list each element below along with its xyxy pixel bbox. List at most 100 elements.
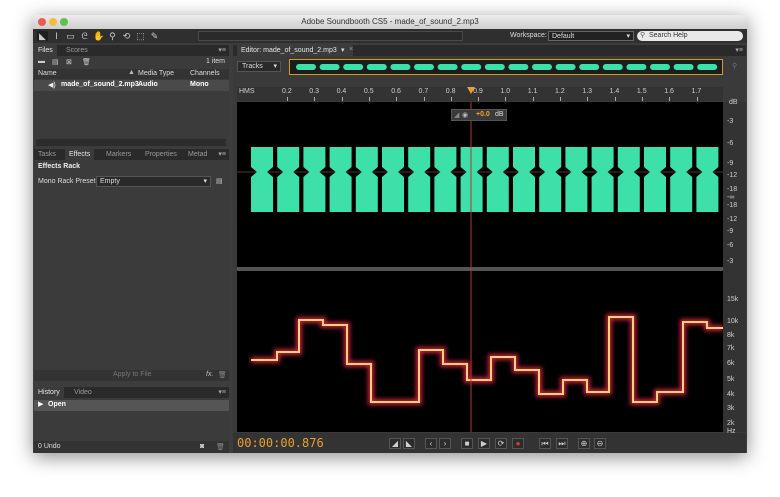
trash-icon[interactable]: 🗑 [218,371,227,379]
zoom-window-button[interactable] [60,18,68,26]
chevron-down-icon[interactable]: ▾ [341,46,345,54]
go-to-end-icon[interactable]: ⏭ [556,438,568,449]
next-frame-icon[interactable]: › [439,438,451,449]
chevron-down-icon: ▾ [273,63,277,70]
import-icon[interactable]: ▤ [52,58,59,66]
tab-tasks[interactable]: Tasks [34,149,60,160]
tab-history[interactable]: History [34,387,64,398]
overview-navigator[interactable] [289,59,723,75]
ruler-tick [587,97,589,101]
app-logo-icon[interactable]: ◣ [37,31,48,41]
hand-tool-icon[interactable]: ✋ [93,31,104,41]
preset-value: Empty [100,178,120,185]
history-item-label: Open [48,401,66,408]
workspace-select[interactable]: Default ▾ [548,31,634,41]
overview-burst [602,64,623,70]
editor-tabbar: Editor: made_of_sound_2.mp3 ▾ × ▾≡ [233,45,746,56]
fx-icon[interactable]: fx. [206,371,213,378]
trash-icon[interactable]: 🗑 [82,58,91,66]
time-ruler[interactable]: HMS 0.2 0.3 0.4 0.5 0.6 0.7 0.8 0.9 1.0 1.1 1.2 1.3… [237,87,723,101]
waveform-burst [303,147,326,212]
tab-effects[interactable]: Effects [65,149,95,160]
record-icon[interactable]: ● [512,438,524,449]
ruler-tick-label: 1.6 [664,88,674,95]
file-row[interactable]: ◀) made_of_sound_2.mp3 Audio Mono [34,80,229,91]
ruler-tick-label: 1.1 [527,88,538,95]
db-scale-label: -3 [727,258,734,265]
tab-files[interactable]: Files [34,45,57,56]
tracks-label: Tracks [242,63,263,70]
panel-menu-icon[interactable]: ▾≡ [735,45,743,56]
db-scale-label: -6 [727,140,734,147]
volume-icon: ◢ [454,112,460,119]
close-file-icon[interactable]: ⊠ [66,58,72,66]
tracks-dropdown[interactable]: Tracks ▾ [237,61,281,72]
tab-properties[interactable]: Properties [141,149,181,160]
panel-menu-icon[interactable]: ▾≡ [218,387,226,398]
zoom-icon[interactable]: ⚲ [732,62,737,70]
waveform-burst [329,147,352,212]
waveform-burst [513,147,535,212]
close-icon[interactable]: × [349,46,353,53]
fade-in-icon[interactable]: ◢ [389,438,401,449]
save-preset-icon[interactable]: ▤ [216,177,223,185]
column-channels[interactable]: Channels [190,70,220,77]
search-field[interactable]: ⚲ Search Help [637,31,743,41]
hz-scale-label: 15k [727,296,739,303]
lasso-tool-icon[interactable]: ᘓ [79,31,90,41]
loop-icon[interactable]: ⟳ [495,438,507,449]
selection-tool-icon[interactable]: ⬚ [135,31,146,41]
ruler-tick-label: 0.2 [282,88,292,95]
tab-editor[interactable]: Editor: made_of_sound_2.mp3 [237,45,353,56]
ruler-tick [641,97,643,101]
speaker-icon: ◀) [48,82,56,89]
camera-icon[interactable]: ◙ [200,443,204,450]
trash-icon[interactable]: 🗑 [216,443,225,451]
tab-scores[interactable]: Scores [62,45,92,56]
close-window-button[interactable] [38,18,46,26]
previous-frame-icon[interactable]: ‹ [425,438,437,449]
ruler-tick-label: 1.7 [691,88,702,95]
gain-hud[interactable]: ◢ ◉ +0.0 dB [451,109,507,121]
zoom-out-icon[interactable]: ⊖ [594,438,606,449]
brush-tool-icon[interactable]: ✎ [149,31,160,41]
rectangle-marquee-tool-icon[interactable]: ▭ [65,31,76,41]
item-count: 1 item [205,58,225,65]
tab-metadata[interactable]: Metad [184,149,211,160]
zoom-in-icon[interactable]: ⊕ [578,438,590,449]
folder-icon[interactable]: ▬ [38,58,45,65]
playhead-handle[interactable] [467,87,475,94]
ruler-tick [314,97,316,101]
ruler-tick [696,97,698,101]
preset-select[interactable]: Empty ▾ [96,176,211,187]
play-icon[interactable]: ▶ [478,438,490,449]
stop-icon[interactable]: ■ [461,438,473,449]
waveform-display[interactable]: ◢ ◉ +0.0 dB [237,102,723,432]
overview-burst [437,64,458,70]
panel-menu-icon[interactable]: ▾≡ [218,45,226,56]
files-scrollbar[interactable] [36,139,226,146]
spot-healing-tool-icon[interactable]: ⟲ [121,31,132,41]
overview-burst [319,64,340,70]
ruler-tick [614,97,616,101]
overview-burst [579,64,600,70]
spectral-divider[interactable] [237,267,723,271]
fade-out-icon[interactable]: ◣ [403,438,415,449]
history-item[interactable]: ▶ Open [34,400,229,411]
timecode[interactable]: 00:00:00.876 [237,436,324,450]
zoom-tool-icon[interactable]: ⚲ [107,31,118,41]
column-name[interactable]: Name [38,70,57,77]
ruler-tick-label: 0.4 [336,88,347,95]
minimize-window-button[interactable] [49,18,57,26]
tab-markers[interactable]: Markers [102,149,135,160]
tab-video[interactable]: Video [70,387,96,398]
waveform-burst [644,147,666,212]
apply-to-file-button[interactable]: Apply to File [113,371,152,378]
go-to-start-icon[interactable]: ⏮ [539,438,551,449]
time-selection-tool-icon[interactable]: I [51,31,62,41]
panel-menu-icon[interactable]: ▾≡ [218,149,226,160]
ruler-tick [423,97,425,101]
column-media-type[interactable]: Media Type [138,70,174,77]
overview-burst [414,64,434,70]
files-tabbar: Files Scores ▾≡ [34,45,229,56]
